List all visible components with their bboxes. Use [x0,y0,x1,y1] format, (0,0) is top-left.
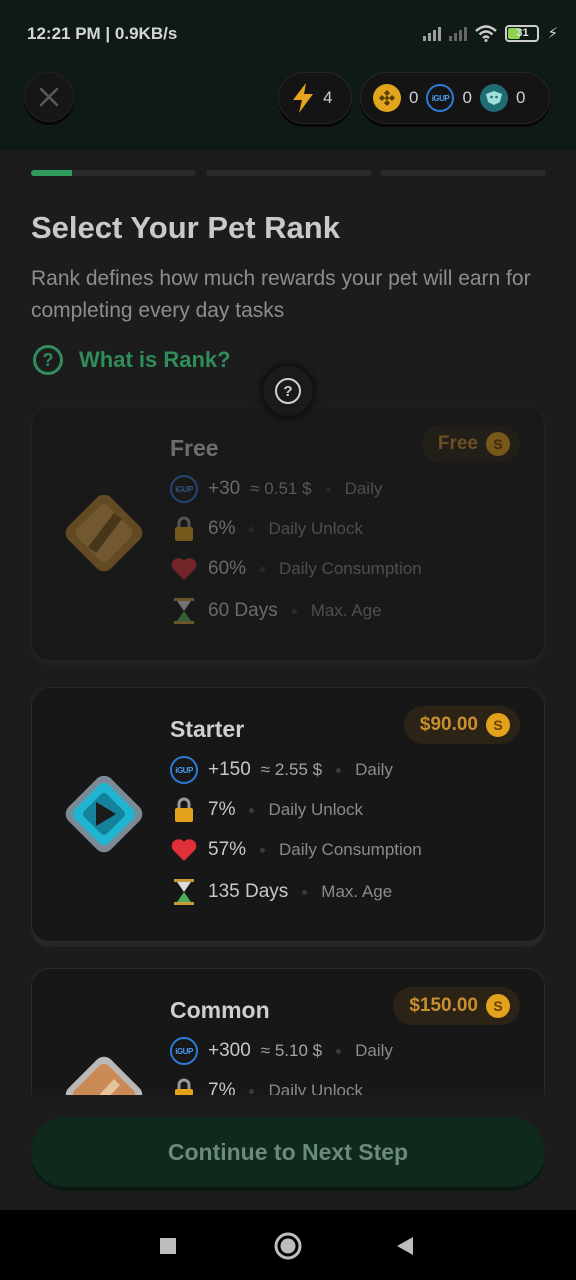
status-time: 12:21 PM | 0.9KB/s [27,24,178,43]
main-content: Select Your Pet Rank Rank defines how mu… [0,150,576,1245]
lightning-icon [293,83,313,113]
home-button[interactable] [273,1231,303,1261]
step-progress [31,170,546,176]
gold-coin-icon: S [486,994,510,1018]
charging-icon: ⚡ [547,25,558,42]
stat-consumption: 57% Daily Consumption [170,836,422,864]
pet-balance: 0 [515,88,526,107]
rank-price: Free S [421,425,520,463]
close-button[interactable] [24,72,74,122]
diamond-gem-icon [65,775,143,853]
stat-reward: iGUP +300 ≈ 5.10 $ Daily [170,1037,393,1065]
igup-balance: 0 [462,88,472,107]
stat-unlock: 6% Daily Unlock [170,515,363,543]
rank-price: $90.00 S [403,706,520,744]
close-icon [39,87,59,107]
stat-age: 60 Days Max. Age [170,597,382,625]
gold-coin-icon: S [486,432,510,456]
square-icon [160,1238,176,1254]
continue-button[interactable]: Continue to Next Step [31,1117,545,1187]
gold-coin-icon: S [486,713,510,737]
progress-step-2 [206,170,371,176]
bnb-coin-icon [373,84,401,112]
question-icon: ? [275,378,301,404]
rank-name: Free [170,435,219,461]
rank-name: Starter [170,716,245,742]
rank-price: $150.00 S [393,987,520,1025]
home-circle-icon [274,1232,302,1260]
energy-counter[interactable]: 4 [278,72,352,124]
back-triangle-icon [397,1237,413,1255]
igup-coin-icon: iGUP [170,756,198,784]
status-bar: 12:21 PM | 0.9KB/s 31 ⚡ [0,0,576,68]
stat-unlock: 7% Daily Unlock [170,796,363,824]
stat-reward: iGUP +30 ≈ 0.51 $ Daily [170,475,382,503]
signal-icon [423,25,442,41]
continue-button-label: Continue to Next Step [167,1138,409,1165]
what-is-rank-link[interactable]: ? What is Rank? [33,345,231,375]
rank-name: Common [170,997,270,1023]
wifi-icon [475,24,498,42]
heart-icon [170,557,198,581]
hourglass-icon [170,598,198,624]
page-title: Select Your Pet Rank [31,210,340,245]
igup-coin-icon: iGUP [170,1037,198,1065]
rank-card-starter[interactable]: Starter $90.00 S iGUP +150 ≈ 2.55 $ Daily… [31,687,545,942]
lock-icon [170,516,198,542]
bnb-balance: 0 [409,88,419,107]
back-button[interactable] [395,1235,415,1257]
token-balances[interactable]: 0 iGUP 0 0 [360,72,550,124]
igup-coin-icon: iGUP [426,84,455,112]
signal-icon [449,25,468,41]
stat-consumption: 60% Daily Consumption [170,555,422,583]
stat-reward: iGUP +150 ≈ 2.55 $ Daily [170,756,393,784]
status-icons: 31 ⚡ [423,24,558,42]
page-subtitle: Rank defines how much rewards your pet w… [31,267,531,322]
igup-coin-icon: iGUP [170,475,198,503]
help-link-label: What is Rank? [79,347,231,372]
battery-icon: 31 [505,24,540,42]
question-icon: ? [33,345,63,375]
bronze-gem-icon [65,494,143,572]
recents-button[interactable] [158,1236,178,1256]
lock-icon [170,797,198,823]
energy-count: 4 [323,88,333,107]
progress-step-1 [31,170,196,176]
progress-step-3 [381,170,546,176]
system-nav-bar [0,1210,576,1280]
pet-coin-icon [479,84,508,112]
stat-age: 135 Days Max. Age [170,878,392,906]
heart-icon [170,838,198,862]
floating-help-button[interactable]: ? [263,366,313,416]
rank-card-free[interactable]: Free Free S iGUP +30 ≈ 0.51 $ Daily 6% Dai… [31,406,545,661]
hourglass-icon [170,879,198,905]
